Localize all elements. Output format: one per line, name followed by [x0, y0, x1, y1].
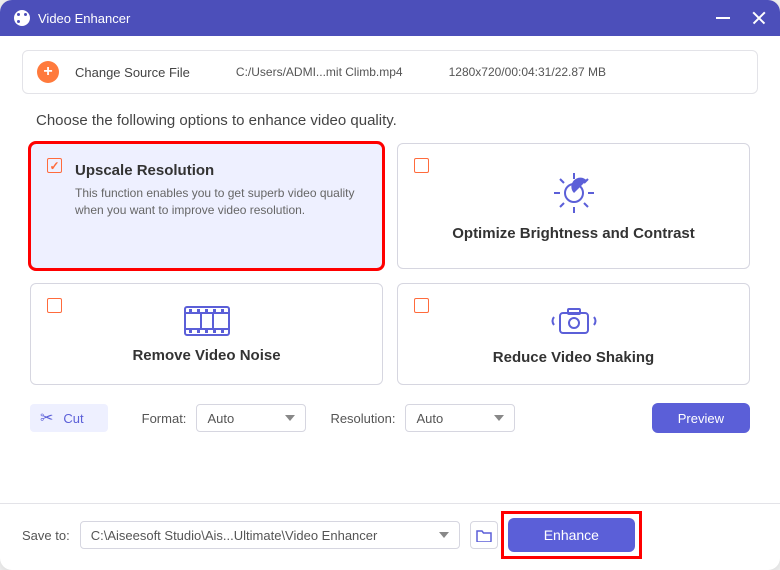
source-bar: + Change Source File C:/Users/ADMI...mit… [22, 50, 758, 94]
cut-button[interactable]: ✂ Cut [30, 404, 108, 432]
preview-button[interactable]: Preview [652, 403, 750, 433]
minimize-icon[interactable] [716, 17, 730, 19]
chevron-down-icon [494, 415, 504, 421]
resolution-label: Resolution: [330, 411, 395, 426]
app-icon [14, 10, 30, 26]
camera-shake-icon [548, 303, 600, 339]
prompt-text: Choose the following options to enhance … [36, 112, 758, 129]
folder-icon [476, 528, 492, 542]
option-title: Remove Video Noise [132, 347, 280, 364]
option-title: Optimize Brightness and Contrast [452, 225, 695, 242]
source-path: C:/Users/ADMI...mit Climb.mp4 [236, 65, 403, 79]
checkbox-icon[interactable] [47, 158, 62, 173]
option-description: This function enables you to get superb … [75, 185, 362, 219]
option-title: Upscale Resolution [75, 162, 214, 179]
save-to-label: Save to: [22, 528, 70, 543]
option-upscale-resolution[interactable]: Upscale Resolution This function enables… [30, 143, 383, 269]
source-info: 1280x720/00:04:31/22.87 MB [449, 65, 606, 79]
change-source-label[interactable]: Change Source File [75, 65, 190, 80]
enhance-highlight: Enhance [508, 518, 635, 552]
options-grid: Upscale Resolution This function enables… [22, 143, 758, 385]
titlebar: Video Enhancer [0, 0, 780, 36]
format-value: Auto [207, 411, 234, 426]
option-optimize-brightness[interactable]: Optimize Brightness and Contrast [397, 143, 750, 269]
checkbox-icon[interactable] [414, 158, 429, 173]
sun-icon [552, 171, 596, 215]
resolution-value: Auto [416, 411, 443, 426]
resolution-dropdown[interactable]: Auto [405, 404, 515, 432]
add-file-button[interactable]: + [37, 61, 59, 83]
chevron-down-icon [285, 415, 295, 421]
enhance-button[interactable]: Enhance [508, 518, 635, 552]
footer-bar: Save to: C:\Aiseesoft Studio\Ais...Ultim… [0, 503, 780, 570]
save-path-dropdown[interactable]: C:\Aiseesoft Studio\Ais...Ultimate\Video… [80, 521, 460, 549]
window-controls [716, 11, 766, 25]
film-icon [183, 305, 231, 337]
save-path-value: C:\Aiseesoft Studio\Ais...Ultimate\Video… [91, 528, 378, 543]
chevron-down-icon [439, 532, 449, 538]
format-label: Format: [142, 411, 187, 426]
option-title: Reduce Video Shaking [493, 349, 654, 366]
format-dropdown[interactable]: Auto [196, 404, 306, 432]
app-window: Video Enhancer + Change Source File C:/U… [0, 0, 780, 570]
open-folder-button[interactable] [470, 521, 498, 549]
content-area: + Change Source File C:/Users/ADMI...mit… [0, 36, 780, 485]
app-title: Video Enhancer [38, 11, 716, 26]
close-icon[interactable] [752, 11, 766, 25]
checkbox-icon[interactable] [414, 298, 429, 313]
scissors-icon: ✂ [40, 408, 53, 428]
checkbox-icon[interactable] [47, 298, 62, 313]
cut-label: Cut [63, 411, 83, 426]
controls-row: ✂ Cut Format: Auto Resolution: Auto Prev… [30, 403, 750, 433]
option-remove-noise[interactable]: Remove Video Noise [30, 283, 383, 385]
option-reduce-shaking[interactable]: Reduce Video Shaking [397, 283, 750, 385]
